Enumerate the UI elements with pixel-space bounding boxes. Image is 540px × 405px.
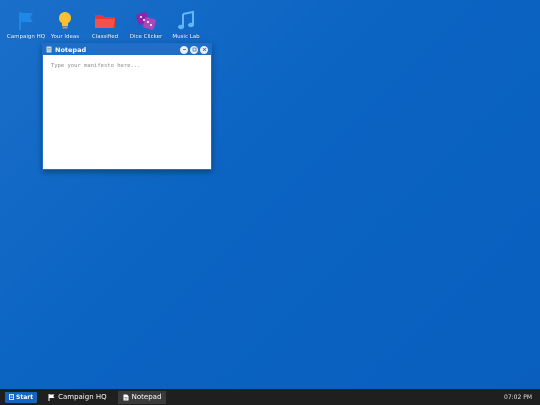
desktop-icon-label: Classified	[91, 34, 119, 40]
desktop-icon-label: Dice Clicker	[129, 34, 163, 40]
desktop-icon-label: Music Lab	[172, 34, 200, 40]
desktop-icon-music-lab[interactable]: Music Lab	[166, 10, 206, 46]
dice-icon	[136, 12, 156, 30]
close-button[interactable]	[200, 45, 208, 54]
notepad-text-area[interactable]	[43, 55, 211, 169]
folder-icon	[95, 15, 115, 28]
taskbar-item-notepad[interactable]: Notepad	[117, 390, 167, 404]
lightbulb-icon	[59, 12, 71, 29]
notepad-icon	[46, 46, 52, 53]
maximize-icon	[192, 47, 196, 52]
notepad-titlebar[interactable]: Notepad	[43, 44, 211, 55]
desktop-icon-dice-clicker[interactable]: Dice Clicker	[126, 10, 166, 46]
music-note-icon	[178, 10, 194, 30]
taskbar-item-label: Campaign HQ	[58, 393, 107, 401]
start-button[interactable]: Start	[5, 391, 38, 403]
taskbar: Start Campaign HQ Notepad 07:02 PM	[0, 389, 540, 405]
taskbar-item-label: Notepad	[131, 393, 162, 401]
desktop-icon-classified[interactable]: Classified	[85, 10, 125, 46]
taskbar-clock: 07:02 PM	[504, 393, 532, 401]
taskbar-item-campaign-hq[interactable]: Campaign HQ	[43, 391, 112, 404]
document-icon	[123, 394, 129, 400]
desktop-icon-your-ideas[interactable]: Your Ideas	[45, 10, 85, 46]
flag-icon	[48, 393, 55, 401]
start-icon	[9, 394, 14, 400]
maximize-button[interactable]	[190, 45, 198, 54]
notepad-title: Notepad	[55, 45, 87, 54]
close-icon	[202, 47, 206, 52]
flag-icon	[19, 12, 33, 30]
desktop-icon-campaign-hq[interactable]: Campaign HQ	[6, 10, 46, 46]
desktop-icon-label: Campaign HQ	[6, 34, 46, 40]
desktop-icon-label: Your Ideas	[50, 34, 80, 40]
minimize-icon	[182, 49, 186, 50]
start-label: Start	[16, 393, 34, 401]
notepad-window[interactable]: Notepad	[42, 43, 212, 170]
minimize-button[interactable]	[180, 45, 188, 54]
desktop: Campaign HQ Your Ideas Classified Dice C…	[0, 0, 540, 389]
